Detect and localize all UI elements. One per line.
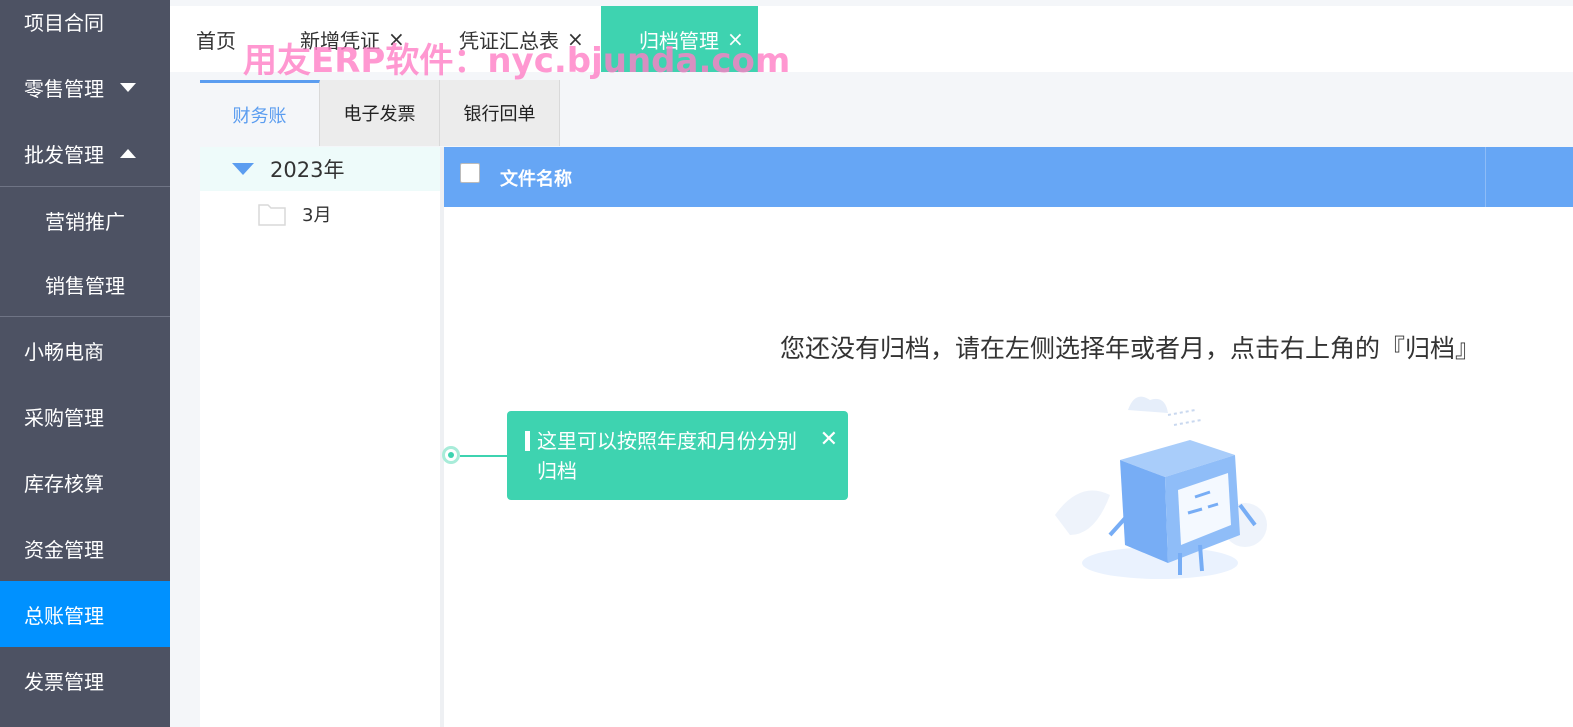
sidebar-item-project-contract[interactable]: 项目合同 (0, 0, 170, 54)
sidebar-item-ecommerce[interactable]: 小畅电商 (0, 317, 170, 383)
close-icon[interactable]: × (727, 27, 744, 51)
sidebar-item-retail[interactable]: 零售管理 (0, 54, 170, 120)
folder-icon (258, 204, 286, 226)
sub-tab-bar: 财务账 电子发票 银行回单 (200, 80, 560, 146)
sidebar-item-label: 发票管理 (24, 669, 104, 694)
sidebar-item-wholesale[interactable]: 批发管理 (0, 120, 170, 186)
guide-text: 这里可以按照年度和月份分别归档 (537, 429, 797, 483)
tree-node-label: 3月 (302, 205, 332, 226)
sidebar-item-label: 资金管理 (24, 537, 104, 562)
tree-node-year[interactable]: 2023年 (200, 147, 440, 191)
sidebar-item-invoice[interactable]: 发票管理 (0, 647, 170, 713)
guide-connector (460, 455, 508, 457)
tab-bank-receipt[interactable]: 银行回单 (440, 80, 560, 146)
tab-voucher-summary[interactable]: 凭证汇总表 × (459, 6, 584, 72)
chevron-down-icon (120, 82, 136, 92)
select-all-checkbox[interactable] (460, 163, 480, 183)
archive-tree: 2023年 3月 (200, 147, 440, 727)
column-header-file-name: 文件名称 (500, 169, 572, 190)
sidebar-item-label: 采购管理 (24, 405, 104, 430)
sidebar-item-label: 库存核算 (24, 471, 104, 496)
sidebar-item-marketing[interactable]: 营销推广 (0, 187, 170, 253)
tree-node-month[interactable]: 3月 (258, 201, 331, 227)
tab-e-invoice[interactable]: 电子发票 (320, 80, 440, 146)
guide-accent-bar (525, 431, 530, 451)
sidebar-item-label: 总账管理 (24, 603, 104, 628)
sidebar-item-sales[interactable]: 销售管理 (0, 251, 170, 317)
top-tab-bar: 首页 新增凭证 × 凭证汇总表 × 归档管理 × (170, 6, 1573, 72)
sidebar-item-label: 营销推广 (45, 209, 125, 234)
tree-node-label: 2023年 (270, 158, 345, 182)
sidebar-item-label: 小畅电商 (24, 339, 104, 364)
tab-financial-books[interactable]: 财务账 (200, 80, 320, 146)
close-icon[interactable]: ✕ (820, 427, 838, 453)
column-divider (1485, 147, 1486, 207)
sidebar-item-purchase[interactable]: 采购管理 (0, 383, 170, 449)
guide-tooltip: 这里可以按照年度和月份分别归档 ✕ (507, 411, 848, 500)
guide-anchor-dot (442, 446, 460, 464)
sidebar-item-funds[interactable]: 资金管理 (0, 515, 170, 581)
close-icon[interactable]: × (567, 27, 584, 51)
sidebar-item-label: 批发管理 (24, 142, 104, 167)
empty-state-illustration (1055, 396, 1267, 579)
tab-label: 新增凭证 (300, 28, 380, 53)
table-header: 文件名称 (444, 147, 1573, 207)
tab-archive-management[interactable]: 归档管理 × (601, 6, 758, 72)
tab-new-voucher[interactable]: 新增凭证 × (300, 6, 405, 72)
sidebar-item-inventory[interactable]: 库存核算 (0, 449, 170, 515)
empty-state-message: 您还没有归档，请在左侧选择年或者月，点击右上角的『归档』 (780, 334, 1481, 363)
sidebar-item-label: 零售管理 (24, 76, 104, 101)
caret-down-icon[interactable] (232, 163, 254, 175)
tab-label: 凭证汇总表 (459, 28, 559, 53)
chevron-up-icon (120, 148, 136, 158)
close-icon[interactable]: × (388, 27, 405, 51)
sidebar-item-general-ledger[interactable]: 总账管理 (0, 581, 170, 647)
tab-label: 首页 (196, 28, 236, 53)
sidebar-item-label: 项目合同 (24, 10, 104, 35)
sidebar: 项目合同 零售管理 批发管理 营销推广 销售管理 小畅电商 采购管理 库存核算 … (0, 0, 170, 727)
sidebar-item-label: 销售管理 (45, 273, 125, 298)
tab-home[interactable]: 首页 (196, 6, 236, 72)
tab-label: 归档管理 (639, 28, 719, 53)
